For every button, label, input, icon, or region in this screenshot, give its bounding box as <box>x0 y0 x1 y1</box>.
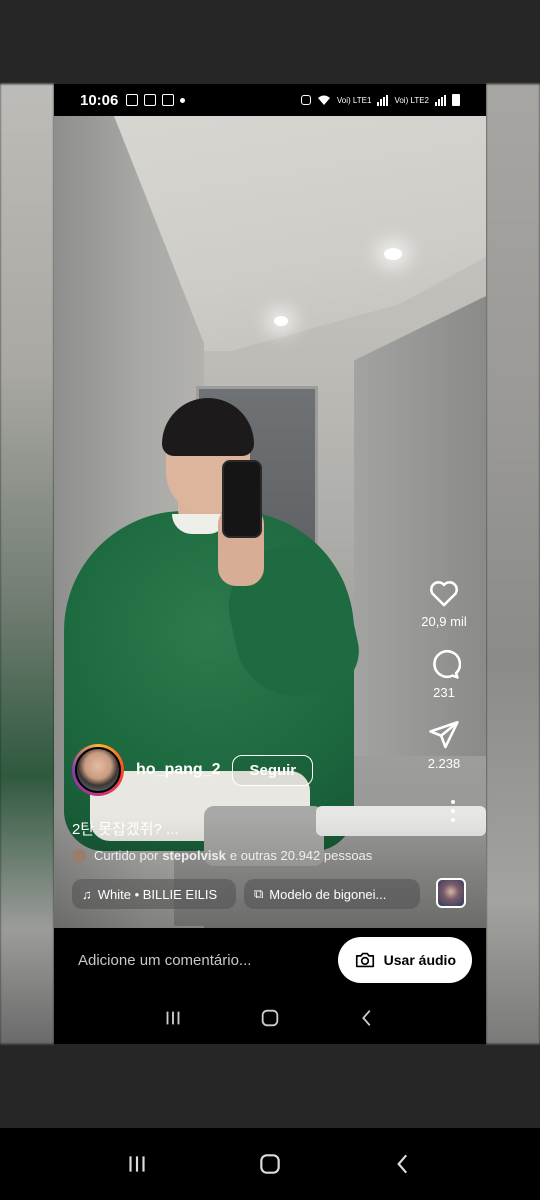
caption[interactable]: 2탄 못잡겠쥐? ... <box>72 818 179 839</box>
system-icons: Voi) LTE1 Voi) LTE2 <box>300 94 460 106</box>
reel-actions: 20,9 mil 231 2.238 <box>410 576 478 789</box>
like-button[interactable]: 20,9 mil <box>421 576 467 629</box>
liked-by-user: stepolvisk <box>162 848 226 863</box>
avatar[interactable] <box>72 744 124 796</box>
liked-by-prefix: Curtido por <box>94 848 159 863</box>
music-tag[interactable]: ♫ White • BILLIE EILIS <box>72 879 236 909</box>
author-row: ho_pang_2 Seguir <box>72 744 314 796</box>
follow-button[interactable]: Seguir <box>232 754 314 786</box>
home-button[interactable] <box>250 1144 290 1184</box>
signal2-icon <box>435 94 446 106</box>
comment-icon <box>433 650 461 679</box>
use-audio-button[interactable]: Usar áudio <box>337 937 472 983</box>
music-tag-label: White • BILLIE EILIS <box>97 886 218 902</box>
more-notifications-icon <box>180 97 186 103</box>
recents-button[interactable] <box>117 1144 157 1184</box>
app-icon <box>162 94 175 106</box>
username[interactable]: ho_pang_2 <box>136 761 220 779</box>
alarm-icon <box>300 95 311 105</box>
screen: 10:06 Voi) LTE1 Voi) LTE2 20,9 mil 231 2… <box>0 0 540 1200</box>
recents-button[interactable] <box>153 998 193 1038</box>
home-button[interactable] <box>250 998 290 1038</box>
share-count: 2.238 <box>427 756 461 771</box>
audio-cover-thumbnail[interactable] <box>436 878 466 908</box>
liked-by[interactable]: Curtido por stepolvisk e outras 20.942 p… <box>72 848 372 863</box>
carrier1-label: Voi) LTE1 <box>336 95 372 105</box>
recents-icon <box>166 1011 180 1025</box>
comment-input[interactable]: Adicione um comentário... <box>78 952 338 969</box>
home-icon <box>261 1009 279 1027</box>
reel-video[interactable] <box>54 116 486 928</box>
heart-icon <box>430 581 458 607</box>
more-options-button[interactable] <box>450 800 456 822</box>
comment-bar: Adicione um comentário... Usar áudio <box>54 928 486 992</box>
carrier2-label: Voi) LTE2 <box>394 95 429 105</box>
inner-navigation-bar <box>54 992 486 1044</box>
wifi-icon <box>317 95 330 105</box>
liker-avatar <box>72 848 86 863</box>
effect-tag[interactable]: ⧉ Modelo de bigonei... <box>244 879 420 909</box>
system-navigation-bar <box>0 1128 540 1200</box>
gallery-icon <box>144 94 157 106</box>
back-icon <box>397 1154 408 1174</box>
blurred-background-left <box>0 84 54 1044</box>
more-vertical-icon <box>451 800 455 804</box>
back-button[interactable] <box>383 1144 423 1184</box>
effect-tag-label: Modelo de bigonei... <box>269 886 387 902</box>
recents-icon <box>129 1156 145 1172</box>
share-button[interactable]: 2.238 <box>427 718 461 771</box>
like-count: 20,9 mil <box>421 614 467 629</box>
liked-by-suffix: e outras 20.942 pessoas <box>229 848 373 863</box>
send-icon <box>429 720 459 749</box>
camera-icon <box>355 952 374 968</box>
use-audio-label: Usar áudio <box>383 952 456 968</box>
comment-count: 231 <box>433 685 455 700</box>
reel-tags: ♫ White • BILLIE EILIS ⧉ Modelo de bigon… <box>72 879 420 909</box>
signal1-icon <box>377 94 389 106</box>
music-note-icon: ♫ <box>82 886 92 902</box>
comment-button[interactable]: 231 <box>427 647 461 700</box>
status-bar: 10:06 Voi) LTE1 Voi) LTE2 <box>54 84 486 116</box>
home-icon <box>260 1154 280 1174</box>
blurred-background-right <box>486 84 540 1044</box>
notification-icons <box>126 94 186 106</box>
back-icon <box>362 1010 371 1026</box>
back-button[interactable] <box>347 998 387 1038</box>
effects-icon: ⧉ <box>254 886 264 901</box>
status-time: 10:06 <box>80 91 119 109</box>
phone-screen: 10:06 Voi) LTE1 Voi) LTE2 20,9 mil 231 2… <box>54 84 486 1044</box>
battery-icon <box>452 94 460 106</box>
screenshot-icon <box>126 94 139 106</box>
